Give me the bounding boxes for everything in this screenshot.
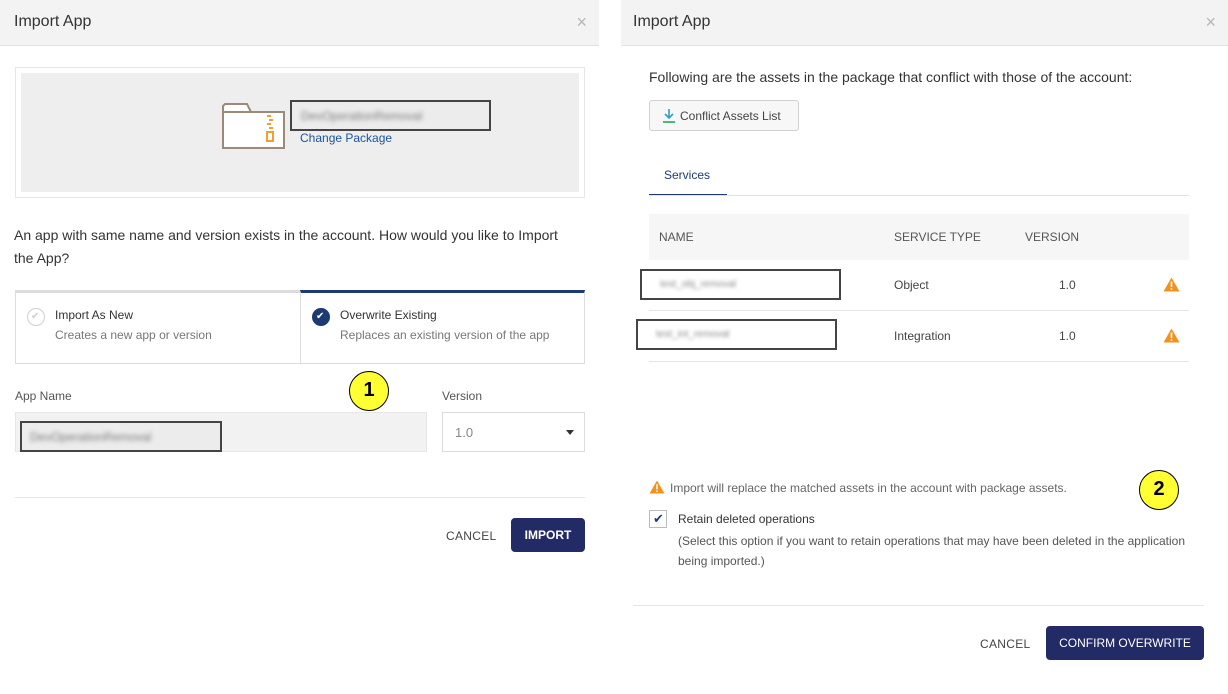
radio-overwrite-existing[interactable]: ✔ (312, 308, 330, 326)
service-type: Object (894, 278, 929, 292)
retain-deleted-operations-label: Retain deleted operations (678, 512, 815, 526)
warning-icon (649, 480, 665, 494)
dialog-header: Import App × (621, 0, 1228, 46)
option-import-as-new[interactable]: ✔ Import As New Creates a new app or ver… (15, 290, 301, 364)
dialog-header: Import App × (0, 0, 599, 46)
footer-divider (15, 497, 585, 498)
package-panel: DevOperationRemoval Change Package (15, 67, 585, 198)
table-row: test_int_removal Integration 1.0 (636, 311, 1189, 362)
version-value: 1.0 (455, 425, 474, 440)
retain-deleted-operations-help: (Select this option if you want to retai… (678, 534, 1185, 568)
tab-services-label: Services (664, 168, 711, 182)
cancel-button[interactable]: CANCEL (446, 529, 496, 543)
version-label: Version (442, 389, 483, 403)
dialog-title: Import App (14, 13, 92, 30)
package-name: DevOperationRemoval (301, 109, 423, 123)
warning-icon (1163, 277, 1180, 292)
import-question: An app with same name and version exists… (14, 227, 558, 266)
option-description: Creates a new app or version (55, 328, 212, 342)
service-type: Integration (894, 329, 951, 343)
service-name-redacted: test_obj_removal (640, 269, 841, 300)
app-name-value: DevOperationRemoval (30, 430, 152, 444)
app-name-label: App Name (15, 389, 72, 403)
app-name-redacted: DevOperationRemoval (20, 421, 222, 452)
table-header: NAME SERVICE TYPE VERSION (649, 214, 1189, 260)
conflict-assets-list-label: Conflict Assets List (680, 109, 781, 123)
change-package-link[interactable]: Change Package (300, 131, 392, 145)
column-header-service-type: SERVICE TYPE (894, 230, 981, 244)
import-button[interactable]: IMPORT (511, 518, 585, 552)
option-title: Import As New (55, 308, 134, 322)
service-version: 1.0 (1059, 278, 1076, 292)
option-title: Overwrite Existing (340, 308, 437, 322)
service-version: 1.0 (1059, 329, 1076, 343)
version-select[interactable]: 1.0 (442, 412, 585, 452)
option-description: Replaces an existing version of the app (340, 328, 550, 342)
warning-icon (1163, 328, 1180, 343)
tab-services[interactable]: Services (649, 160, 727, 196)
chevron-down-icon (566, 430, 574, 435)
callout-badge: 2 (1139, 470, 1179, 510)
download-icon (663, 109, 675, 123)
close-icon[interactable]: × (576, 12, 587, 32)
conflict-assets-list-button[interactable]: Conflict Assets List (649, 100, 799, 131)
check-icon: ✔ (316, 311, 325, 322)
service-name-redacted: test_int_removal (636, 319, 837, 350)
import-app-dialog-right: Import App × Following are the assets in… (621, 0, 1228, 694)
conflict-intro-text: Following are the assets in the package … (649, 69, 1133, 85)
confirm-overwrite-button[interactable]: CONFIRM OVERWRITE (1046, 626, 1204, 660)
column-header-version: VERSION (1025, 230, 1080, 244)
package-panel-inner: DevOperationRemoval Change Package (21, 73, 579, 192)
retain-deleted-operations-checkbox[interactable]: ✔ (649, 510, 667, 528)
close-icon[interactable]: × (1205, 12, 1216, 32)
check-icon: ✔ (653, 511, 664, 526)
check-icon: ✔ (31, 311, 40, 322)
overwrite-warning-text: Import will replace the matched assets i… (670, 481, 1067, 495)
package-name-redacted: DevOperationRemoval (290, 100, 491, 131)
zip-folder-icon (222, 103, 285, 149)
service-name: test_obj_removal (660, 279, 737, 290)
table-row: test_obj_removal Object 1.0 (640, 260, 1189, 311)
cancel-button[interactable]: CANCEL (980, 637, 1030, 651)
tab-underline (649, 195, 1189, 196)
overwrite-warning: Import will replace the matched assets i… (649, 480, 1067, 499)
column-header-name: NAME (659, 230, 694, 244)
callout-badge: 1 (349, 371, 389, 411)
option-overwrite-existing[interactable]: ✔ Overwrite Existing Replaces an existin… (300, 290, 585, 364)
radio-import-as-new[interactable]: ✔ (27, 308, 45, 326)
app-name-input[interactable]: DevOperationRemoval (15, 412, 427, 452)
dialog-title: Import App (633, 13, 711, 30)
import-app-dialog-left: Import App × DevOperationRemoval Change … (0, 0, 599, 694)
service-name: test_int_removal (656, 329, 730, 340)
footer-divider (633, 605, 1204, 606)
